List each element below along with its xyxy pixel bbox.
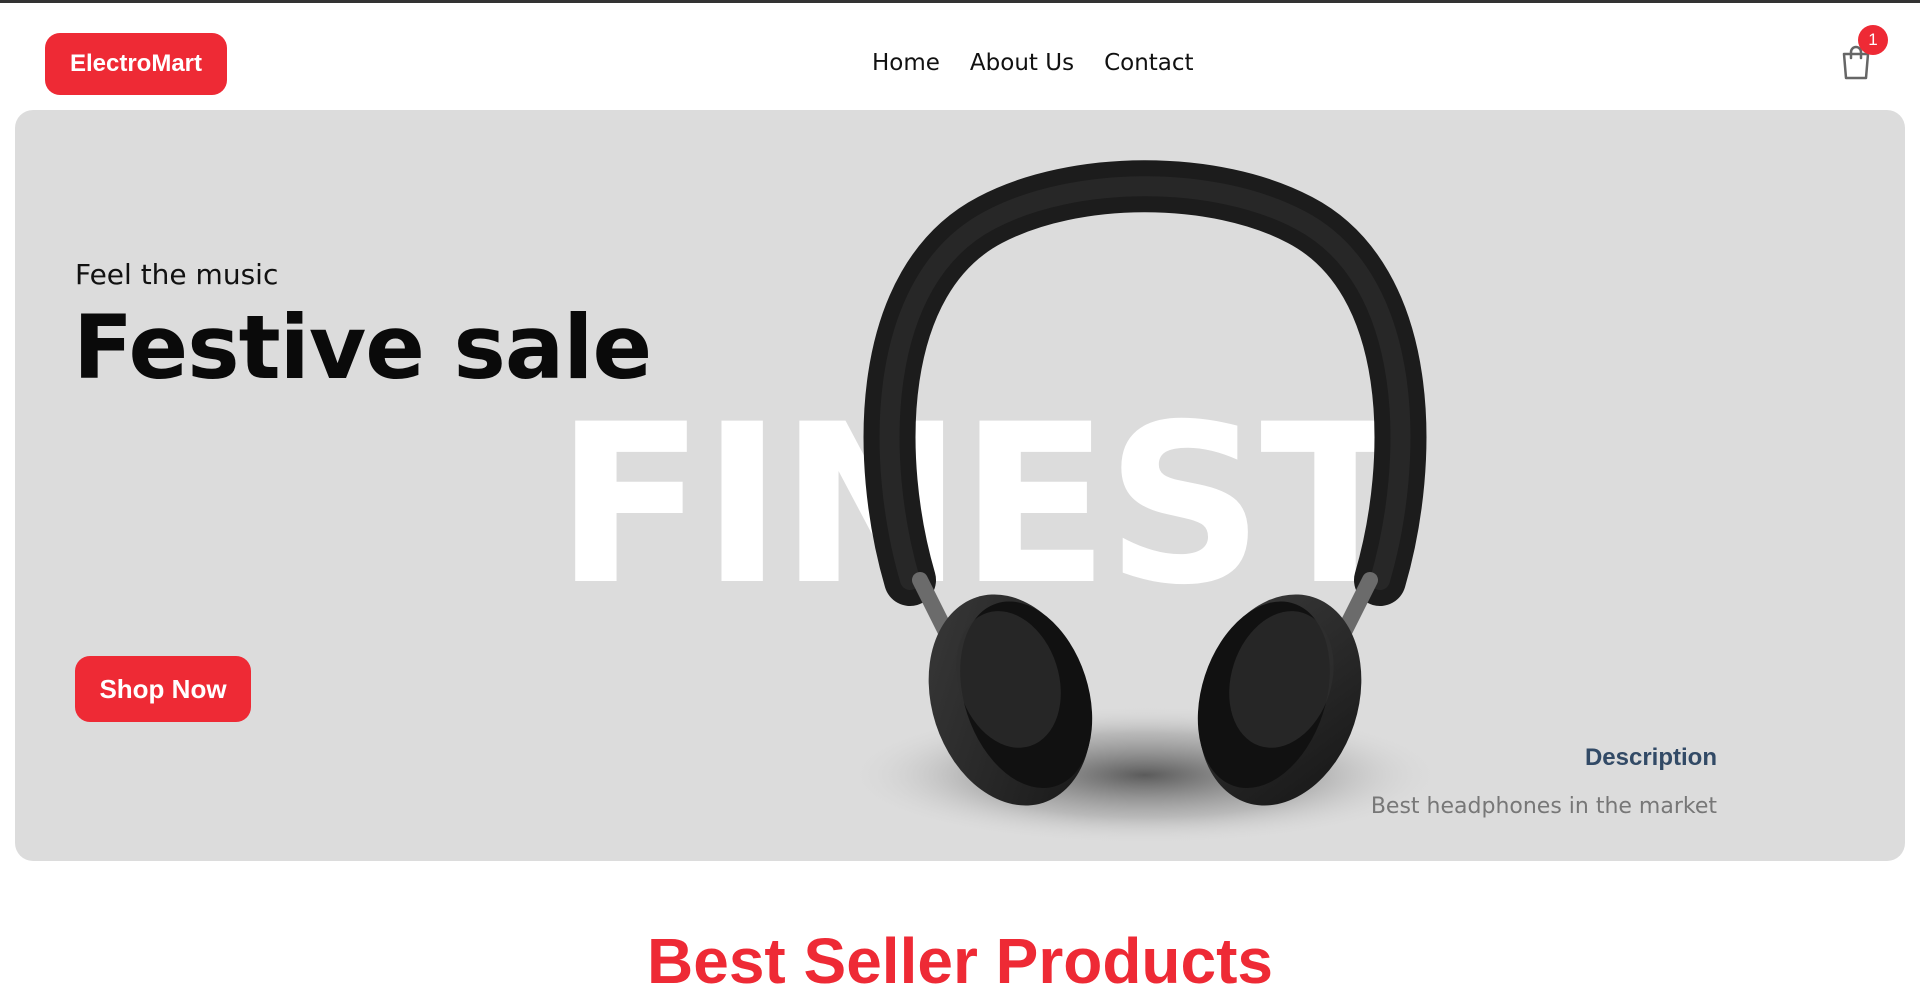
description-title: Description <box>1584 744 1717 771</box>
nav-about-link[interactable]: About Us <box>970 50 1074 76</box>
top-border <box>0 0 1920 3</box>
shop-now-button[interactable]: Shop Now <box>75 656 251 722</box>
hero-subtitle: Feel the music <box>75 258 279 291</box>
cart-count-badge: 1 <box>1858 25 1888 55</box>
nav-home-link[interactable]: Home <box>872 50 940 76</box>
hero-title: Festive sale <box>73 296 652 399</box>
headphones-image <box>845 160 1445 845</box>
section-title: Best Seller Products <box>647 925 1273 997</box>
hero-banner: FINEST Feel the music Festive sale Shop … <box>15 110 1905 861</box>
nav-contact-link[interactable]: Contact <box>1104 50 1193 76</box>
description-text: Best headphones in the market <box>1370 794 1717 819</box>
logo[interactable]: ElectroMart <box>45 33 227 95</box>
